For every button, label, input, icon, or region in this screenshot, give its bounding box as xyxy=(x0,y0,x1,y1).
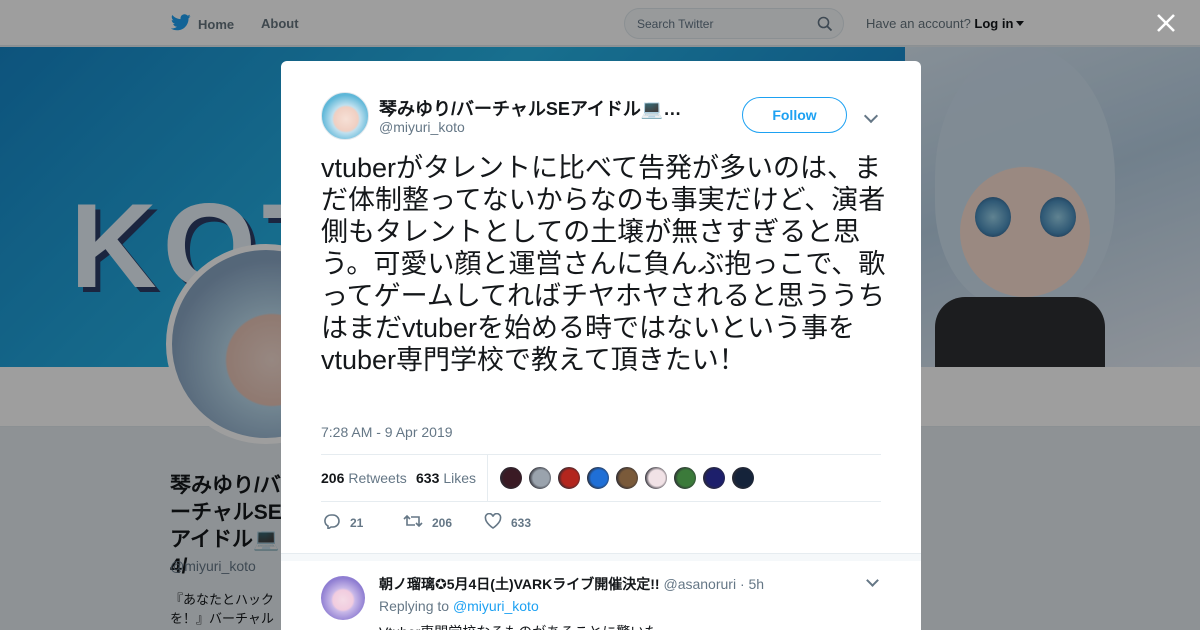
heart-icon xyxy=(484,512,502,532)
like-action[interactable]: 633 xyxy=(484,512,532,532)
tweet-stats: 206 Retweets 633 Likes xyxy=(321,454,881,502)
liker-avatar[interactable] xyxy=(615,466,639,490)
reply-chevron-down-icon[interactable] xyxy=(866,574,879,587)
retweets-label: Retweets xyxy=(348,470,407,486)
retweets-stat[interactable]: 206 Retweets xyxy=(321,470,407,486)
replying-to-label: Replying to xyxy=(379,598,450,614)
reply-header: 朝ノ瑠璃✪5月4日(土)VARKライブ開催決定!! @asanoruri · 5… xyxy=(379,574,764,594)
reply-icon xyxy=(323,513,341,532)
liker-avatar[interactable] xyxy=(586,466,610,490)
likes-count: 633 xyxy=(416,470,440,486)
reply-author-handle[interactable]: @asanoruri xyxy=(663,576,736,592)
likes-stat[interactable]: 633 Likes xyxy=(416,470,476,486)
liker-avatars xyxy=(499,466,755,490)
retweet-action[interactable]: 206 xyxy=(403,513,452,532)
reply-author-avatar[interactable] xyxy=(321,576,365,620)
like-count: 633 xyxy=(511,515,532,530)
reply-action[interactable]: 21 xyxy=(323,513,363,532)
replying-to-handle[interactable]: @miyuri_koto xyxy=(453,598,539,614)
liker-avatar[interactable] xyxy=(673,466,697,490)
section-divider xyxy=(281,553,921,561)
liker-avatar[interactable] xyxy=(528,466,552,490)
liker-avatar[interactable] xyxy=(557,466,581,490)
reply-text: Vtuber専門学校なるものがあることに驚いた xyxy=(379,622,658,630)
tweet-author-handle[interactable]: @miyuri_koto xyxy=(379,119,465,135)
reply-count: 21 xyxy=(350,515,364,530)
stats-divider xyxy=(487,455,488,501)
replying-to: Replying to @miyuri_koto xyxy=(379,598,539,614)
reply-time[interactable]: · 5h xyxy=(740,576,764,592)
tweet-author-avatar[interactable] xyxy=(321,92,369,140)
close-icon[interactable] xyxy=(1155,12,1179,36)
tweet-text: vtuberがタレントに比べて告発が多いのは、まだ体制整ってないからなのも事実だ… xyxy=(321,153,886,375)
liker-avatar[interactable] xyxy=(731,466,755,490)
chevron-down-icon[interactable] xyxy=(863,108,879,124)
tweet-modal: 琴みゆり/バーチャルSEアイドル💻… @miyuri_koto Follow v… xyxy=(281,61,921,630)
liker-avatar[interactable] xyxy=(499,466,523,490)
tweet-actions: 21 206 633 xyxy=(321,512,881,533)
retweet-count: 206 xyxy=(432,515,453,530)
liker-avatar[interactable] xyxy=(644,466,668,490)
retweets-count: 206 xyxy=(321,470,345,486)
reply-author-name[interactable]: 朝ノ瑠璃✪5月4日(土)VARKライブ開催決定!! xyxy=(379,576,660,592)
tweet-timestamp[interactable]: 7:28 AM - 9 Apr 2019 xyxy=(321,424,453,440)
liker-avatar[interactable] xyxy=(702,466,726,490)
likes-label: Likes xyxy=(443,470,477,486)
follow-button[interactable]: Follow xyxy=(742,97,847,133)
tweet-author-name[interactable]: 琴みゆり/バーチャルSEアイドル💻… xyxy=(379,95,689,121)
retweet-icon xyxy=(403,513,423,532)
